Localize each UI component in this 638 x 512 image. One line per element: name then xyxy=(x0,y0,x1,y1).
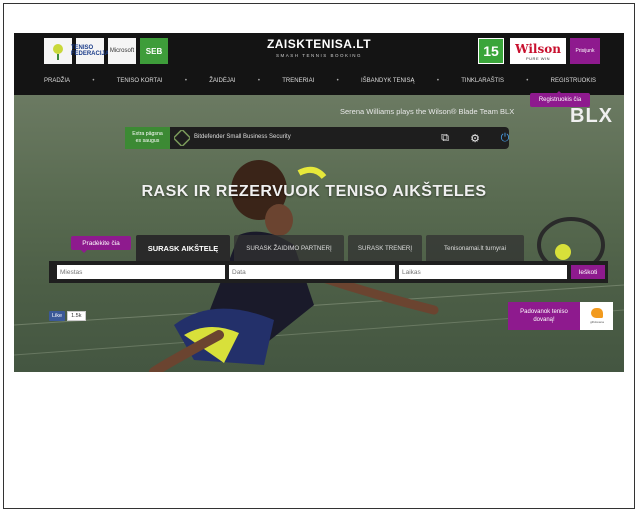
time-input[interactable] xyxy=(399,265,567,279)
nav-item-registruokis[interactable]: REGISTRUOKIS xyxy=(551,78,596,84)
sponsor-seb[interactable]: SEB xyxy=(140,38,168,64)
age-badge[interactable]: 15 xyxy=(478,38,504,64)
tab-tournaments[interactable]: Tenisonamai.lt turnyrai xyxy=(426,235,524,261)
date-input[interactable] xyxy=(229,265,395,279)
gear-icon[interactable]: ⚙ xyxy=(468,131,482,145)
blx-logo: BLX xyxy=(570,105,613,127)
tab-find-court[interactable]: SURASK AIKŠTELĘ xyxy=(136,235,230,261)
bitdefender-ad[interactable]: Bitdefender Small Business Security ⧉ ⚙ … xyxy=(170,127,509,149)
nav-separator: • xyxy=(257,78,260,84)
city-input[interactable] xyxy=(57,265,225,279)
facebook-like[interactable]: Like 1.5k xyxy=(49,311,86,321)
gift-banner[interactable]: Padovanok teniso dovaną! giftdovana xyxy=(508,302,613,330)
facebook-like-button[interactable]: Like xyxy=(49,311,66,321)
website: TENISO FEDERACIJA Microsoft SEB ZAISKTEN… xyxy=(14,33,624,372)
site-header: TENISO FEDERACIJA Microsoft SEB ZAISKTEN… xyxy=(14,33,624,95)
sponsor-microsoft[interactable]: Microsoft xyxy=(108,38,136,64)
sponsor-teniso-federacija[interactable]: TENISO FEDERACIJA xyxy=(71,38,109,64)
search-button[interactable]: Ieškoti xyxy=(571,265,605,279)
extra-protection-badge[interactable]: Extra pāgsna es saugus xyxy=(125,127,170,149)
power-icon[interactable]: ⏻ xyxy=(498,131,512,145)
gift-text: Padovanok teniso dovaną! xyxy=(508,302,580,330)
site-logo[interactable]: ZAISKTENISA.LT SMASH TENNIS BOOKING xyxy=(254,37,384,58)
search-bar: Ieškoti xyxy=(49,261,608,283)
device-icon[interactable]: ⧉ xyxy=(438,131,452,145)
nav-item-teniso-kortai[interactable]: TENISO KORTAI xyxy=(117,78,163,84)
tennis-ball-icon xyxy=(53,44,63,60)
gift-logo: giftdovana xyxy=(582,304,612,328)
nav-item-isbandyk-tenisa[interactable]: IŠBANDYK TENISĄ xyxy=(361,78,415,84)
nav-separator: • xyxy=(92,78,95,84)
start-here-tooltip[interactable]: Pradėkite čia xyxy=(71,236,131,253)
hero-banner: Registruokis čia Serena Williams plays t… xyxy=(14,91,624,372)
hero-headline: RASK IR REZERVUOK TENISO AIKŠTELES xyxy=(141,183,487,200)
tab-find-trainer[interactable]: SURASK TRENERĮ xyxy=(348,235,422,261)
promo-text[interactable]: Serena Williams plays the Wilson® Blade … xyxy=(340,107,514,116)
main-nav: PRADŽIA • TENISO KORTAI • ŽAIDĖJAI • TRE… xyxy=(14,73,624,89)
nav-item-zaidejai[interactable]: ŽAIDĖJAI xyxy=(209,78,235,84)
nav-item-tinklarastis[interactable]: TINKLARAŠTIS xyxy=(461,78,504,84)
wilson-logo[interactable]: Wilson PURE WIN xyxy=(510,38,566,64)
nav-separator: • xyxy=(436,78,439,84)
nav-item-pradzia[interactable]: PRADŽIA xyxy=(44,78,70,84)
bitdefender-icon xyxy=(174,130,190,146)
nav-separator: • xyxy=(336,78,339,84)
sponsor-tennis-logo[interactable] xyxy=(44,38,72,64)
nav-item-treneriai[interactable]: TRENERIAI xyxy=(282,78,314,84)
login-button[interactable]: Prisijunk xyxy=(570,38,600,64)
gift-icon xyxy=(591,308,603,318)
nav-separator: • xyxy=(526,78,529,84)
facebook-like-count: 1.5k xyxy=(67,311,86,321)
tab-find-partner[interactable]: SURASK ŽAIDIMO PARTNERĮ xyxy=(234,235,344,261)
nav-separator: • xyxy=(184,78,187,84)
